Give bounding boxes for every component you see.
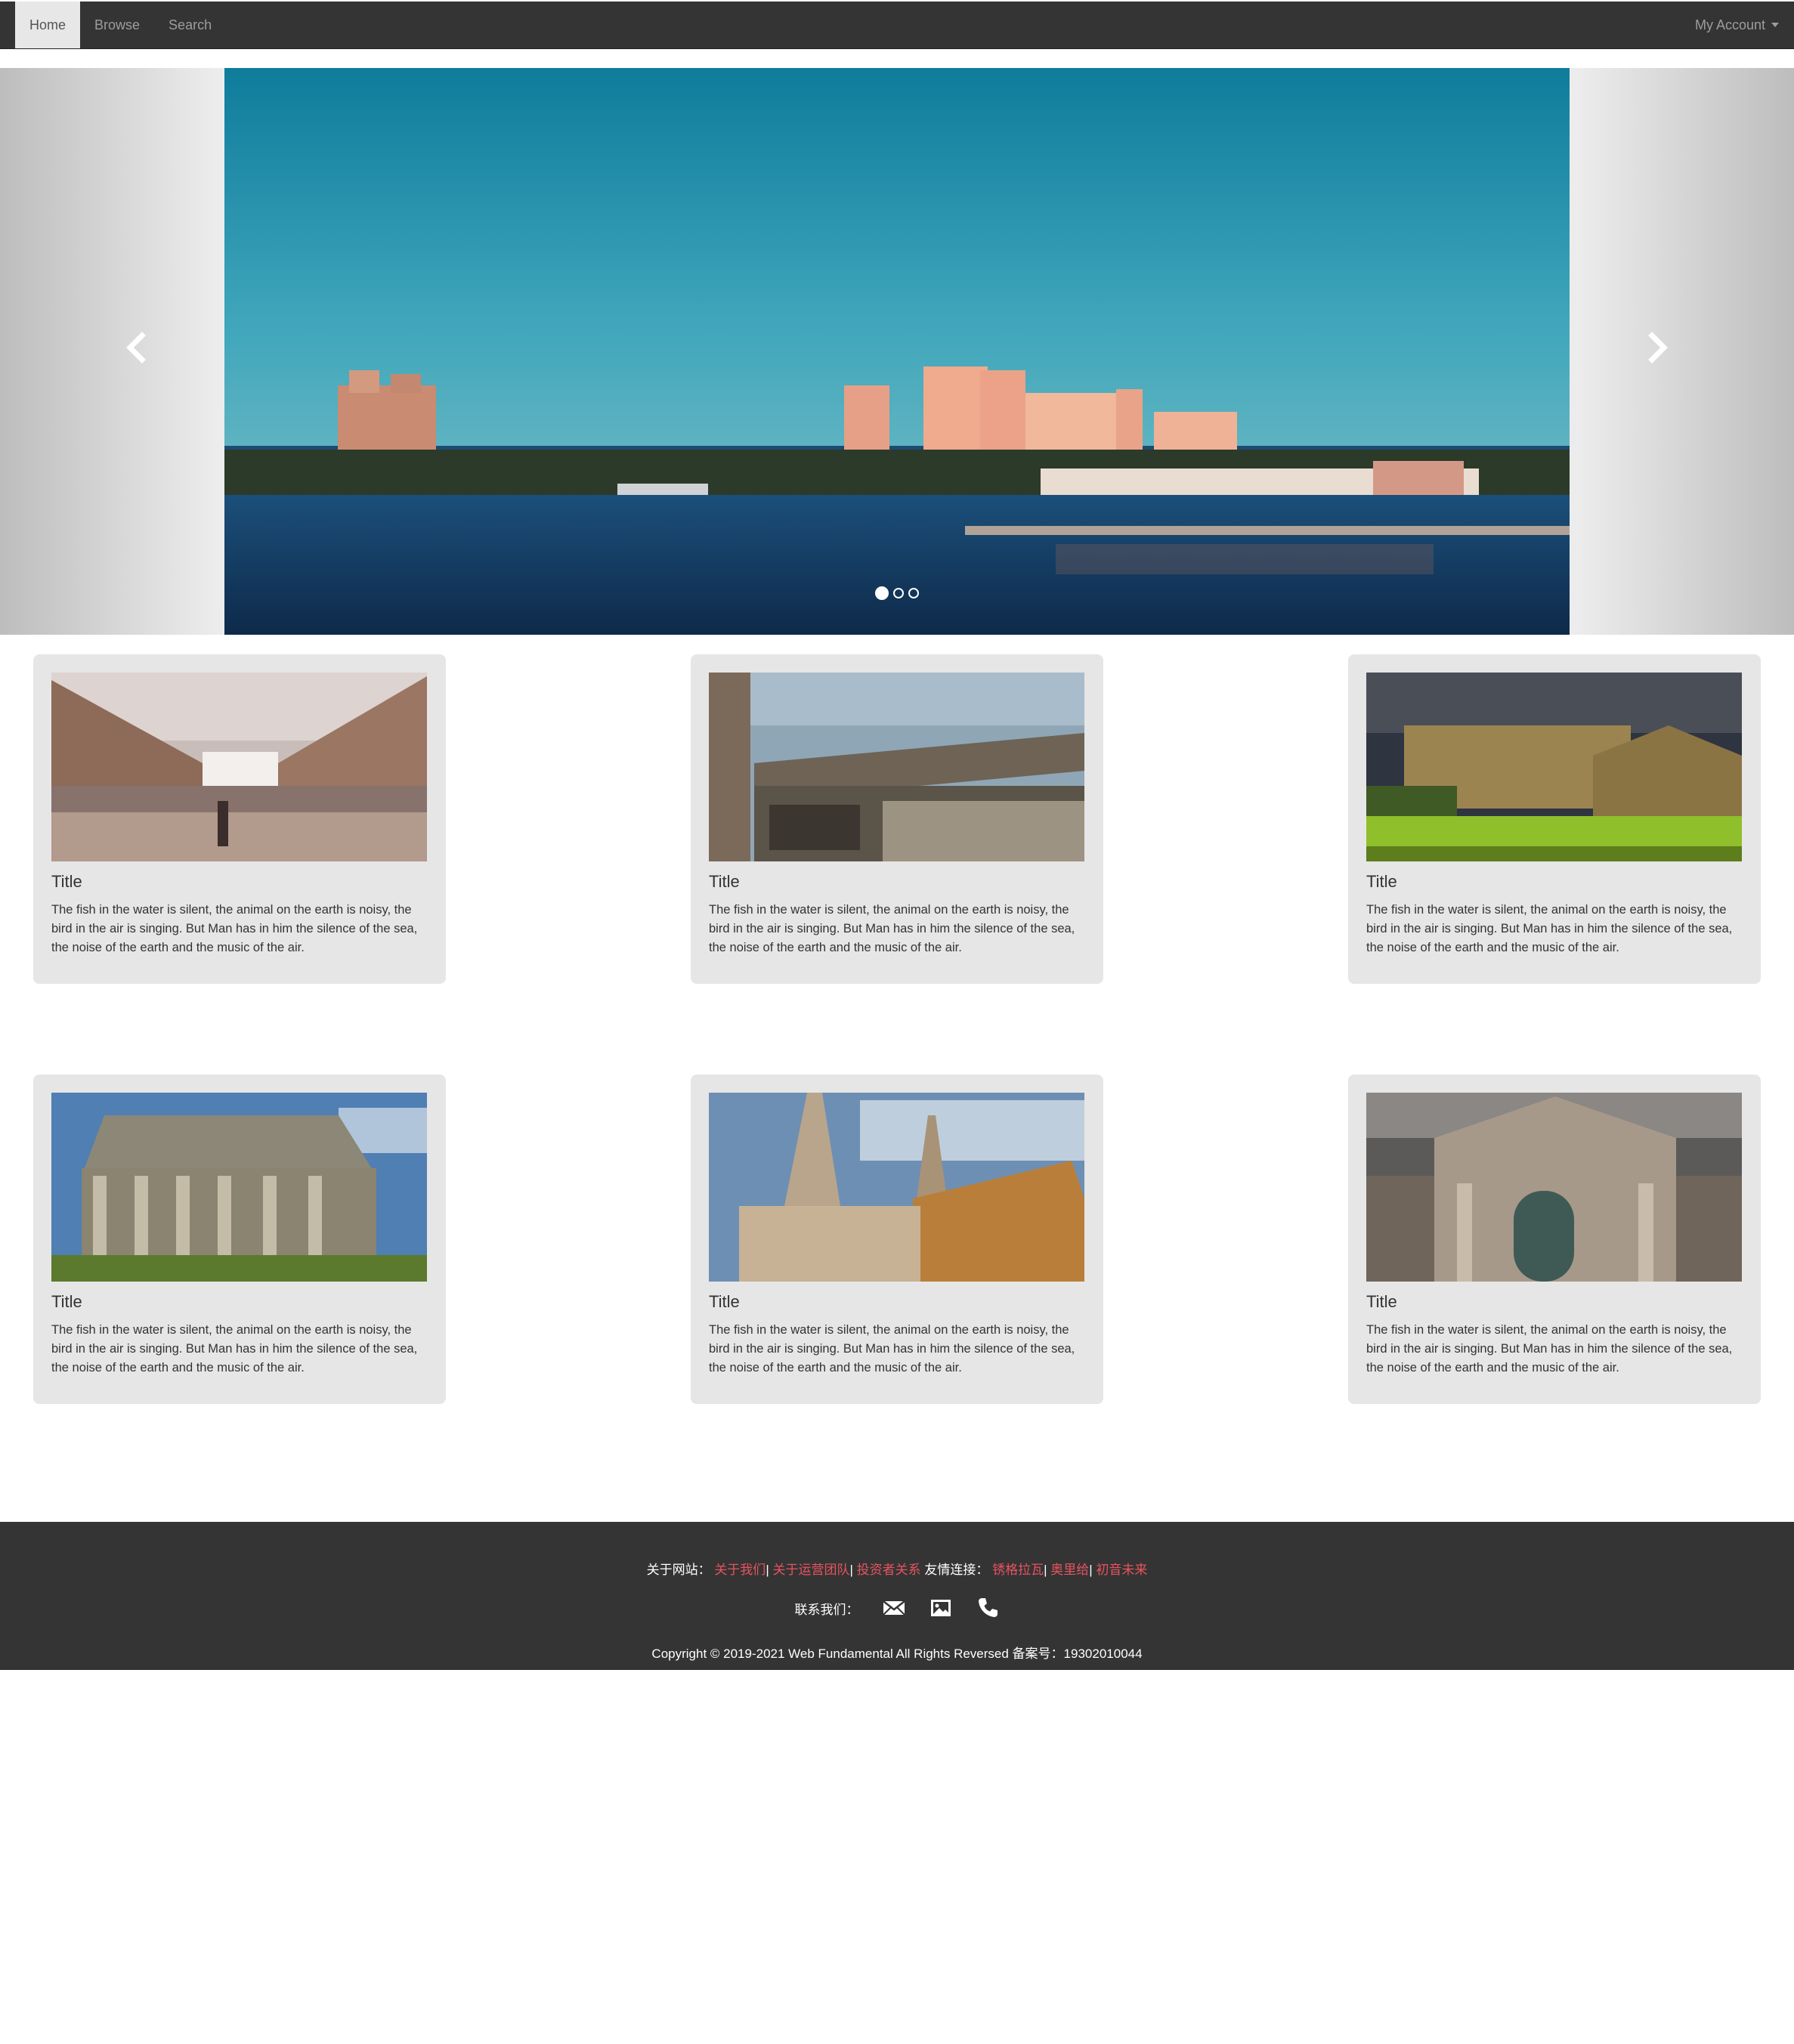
card-image-temple: [51, 1093, 427, 1282]
link-separator: |: [849, 1563, 853, 1577]
card-image-ruins: [709, 673, 1084, 861]
card-text: The fish in the water is silent, the ani…: [51, 903, 418, 954]
link-separator: |: [1089, 1563, 1093, 1577]
footer-link-friend-2[interactable]: 奥里给: [1050, 1563, 1089, 1577]
chevron-right-icon: [1648, 332, 1668, 363]
hero-carousel: [0, 68, 1794, 635]
card-3[interactable]: Title The fish in the water is silent, t…: [1348, 654, 1761, 984]
contact-label: 联系我们：: [794, 1602, 859, 1617]
card-text: The fish in the water is silent, the ani…: [1366, 903, 1733, 954]
footer-link-friend-3[interactable]: 初音未来: [1096, 1563, 1147, 1577]
carousel-indicator-1[interactable]: [875, 586, 889, 600]
footer-contact-row: 联系我们：: [0, 1596, 1794, 1620]
top-navbar: Home Browse Search My Account: [0, 2, 1794, 49]
picture-icon[interactable]: [929, 1596, 953, 1620]
friends-label: 友情连接：: [924, 1563, 989, 1577]
card-title: Title: [1366, 1292, 1397, 1311]
footer-links-row: 关于网站： 关于我们| 关于运营团队| 投资者关系 友情连接： 锈格拉瓦| 奥里…: [0, 1561, 1794, 1579]
card-5[interactable]: Title The fish in the water is silent, t…: [691, 1075, 1103, 1404]
card-text: The fish in the water is silent, the ani…: [1366, 1323, 1733, 1375]
card-1[interactable]: Title The fish in the water is silent, t…: [33, 654, 446, 984]
chevron-left-icon: [126, 332, 146, 363]
footer-link-friend-1[interactable]: 锈格拉瓦: [992, 1563, 1044, 1577]
card-image-college: [1366, 673, 1742, 861]
carousel-indicator-2[interactable]: [893, 588, 904, 598]
link-separator: |: [766, 1563, 769, 1577]
copyright-text: Copyright © 2019-2021 Web Fundamental Al…: [651, 1647, 1143, 1661]
card-4[interactable]: Title The fish in the water is silent, t…: [33, 1075, 446, 1404]
card-text: The fish in the water is silent, the ani…: [709, 1323, 1075, 1375]
card-image-cathedral: [709, 1093, 1084, 1282]
carousel-slide-image: [224, 68, 1570, 635]
card-title: Title: [709, 1292, 740, 1311]
card-image-piazza: [51, 673, 427, 861]
nav-home[interactable]: Home: [15, 2, 81, 48]
card-image-church-facade: [1366, 1093, 1742, 1282]
nav-search[interactable]: Search: [154, 2, 226, 48]
carousel-indicators: [0, 586, 1794, 600]
card-title: Title: [709, 872, 740, 891]
caret-down-icon: [1771, 23, 1779, 27]
nav-menu: Home Browse Search: [15, 2, 226, 48]
footer-link-investor-relations[interactable]: 投资者关系: [857, 1563, 921, 1577]
card-text: The fish in the water is silent, the ani…: [709, 903, 1075, 954]
nav-browse[interactable]: Browse: [80, 2, 154, 48]
card-6[interactable]: Title The fish in the water is silent, t…: [1348, 1075, 1761, 1404]
footer-link-about-us[interactable]: 关于我们: [714, 1563, 766, 1577]
card-title: Title: [1366, 872, 1397, 891]
card-text: The fish in the water is silent, the ani…: [51, 1323, 418, 1375]
about-label: 关于网站：: [646, 1563, 711, 1577]
phone-icon[interactable]: [976, 1596, 1000, 1620]
carousel-indicator-3[interactable]: [908, 588, 919, 598]
my-account-label: My Account: [1694, 17, 1765, 32]
link-separator: |: [1044, 1563, 1047, 1577]
footer-link-operations-team[interactable]: 关于运营团队: [772, 1563, 849, 1577]
card-2[interactable]: Title The fish in the water is silent, t…: [691, 654, 1103, 984]
carousel-next-button[interactable]: [1634, 325, 1679, 370]
card-title: Title: [51, 872, 82, 891]
envelope-icon[interactable]: [882, 1596, 906, 1620]
carousel-prev-button[interactable]: [115, 325, 160, 370]
card-title: Title: [51, 1292, 82, 1311]
site-footer: 关于网站： 关于我们| 关于运营团队| 投资者关系 友情连接： 锈格拉瓦| 奥里…: [0, 1522, 1794, 1670]
my-account-dropdown[interactable]: My Account: [1695, 2, 1779, 48]
